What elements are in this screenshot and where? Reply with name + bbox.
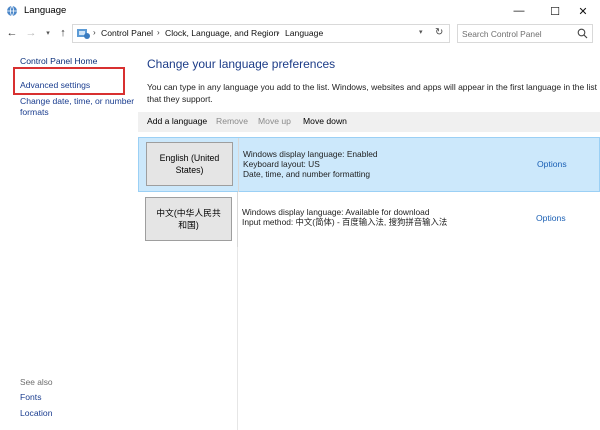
page-description: You can type in any language you add to … <box>147 82 597 104</box>
title-bar: Language — ☐ ✕ <box>0 0 600 22</box>
row-divider <box>238 138 239 193</box>
change-date-time-formats-link[interactable]: Change date, time, or number formats <box>20 96 135 118</box>
language-toolbar: Add a language Remove Move up Move down <box>138 112 600 132</box>
language-status: Windows display language: Enabled <box>243 149 378 159</box>
remove-button[interactable]: Remove <box>216 116 248 126</box>
breadcrumb-clock-language-region[interactable]: Clock, Language, and Region <box>165 28 278 38</box>
address-dropdown-icon[interactable]: ▾ <box>419 28 423 36</box>
language-row-english[interactable]: English (United States) Windows display … <box>138 137 600 193</box>
keyboard-layout: Keyboard layout: US <box>243 159 320 169</box>
search-box[interactable] <box>457 24 593 43</box>
address-bar[interactable]: › Control Panel › Clock, Language, and R… <box>72 24 450 43</box>
formatting-info: Date, time, and number formatting <box>243 169 371 179</box>
back-button[interactable]: ← <box>5 25 19 41</box>
breadcrumb-control-panel[interactable]: Control Panel <box>101 28 153 38</box>
language-row-chinese[interactable]: 中文(中华人民共和国) Windows display language: Av… <box>138 192 600 247</box>
page-title: Change your language preferences <box>147 57 336 71</box>
breadcrumb-separator: › <box>157 28 160 37</box>
close-button[interactable]: ✕ <box>566 0 600 22</box>
move-down-button[interactable]: Move down <box>303 116 347 126</box>
see-also-label: See also <box>20 377 53 387</box>
minimize-button[interactable]: — <box>502 0 536 22</box>
window-title: Language <box>24 5 67 16</box>
address-row: ← → ▾ ↑ › Control Panel › Clock, Languag… <box>0 22 600 44</box>
control-panel-home-link[interactable]: Control Panel Home <box>20 56 97 67</box>
recent-locations-dropdown[interactable]: ▾ <box>41 25 55 41</box>
fonts-link[interactable]: Fonts <box>20 392 42 402</box>
add-language-button[interactable]: Add a language <box>147 116 207 126</box>
control-panel-icon <box>77 29 90 39</box>
location-link[interactable]: Location <box>20 408 53 418</box>
options-link-english[interactable]: Options <box>537 159 567 169</box>
input-method: Input method: 中文(简体) - 百度输入法, 搜狗拼音输入法 <box>242 217 448 227</box>
language-app-icon <box>7 5 17 17</box>
move-up-button[interactable]: Move up <box>258 116 291 126</box>
language-tile-chinese[interactable]: 中文(中华人民共和国) <box>145 197 232 241</box>
forward-button[interactable]: → <box>24 25 38 41</box>
column-divider <box>237 247 238 430</box>
up-button[interactable]: ↑ <box>56 25 70 41</box>
options-link-chinese[interactable]: Options <box>536 213 566 223</box>
breadcrumb-language[interactable]: Language <box>285 28 323 38</box>
search-input[interactable] <box>462 27 574 40</box>
language-status: Windows display language: Available for … <box>242 207 430 217</box>
advanced-settings-link[interactable]: Advanced settings <box>20 80 90 91</box>
row-divider <box>237 192 238 247</box>
language-tile-english[interactable]: English (United States) <box>146 142 233 186</box>
breadcrumb-separator: › <box>277 28 280 37</box>
breadcrumb-separator: › <box>93 28 96 37</box>
refresh-icon[interactable]: ↻ <box>435 27 443 38</box>
search-icon[interactable] <box>577 28 588 39</box>
